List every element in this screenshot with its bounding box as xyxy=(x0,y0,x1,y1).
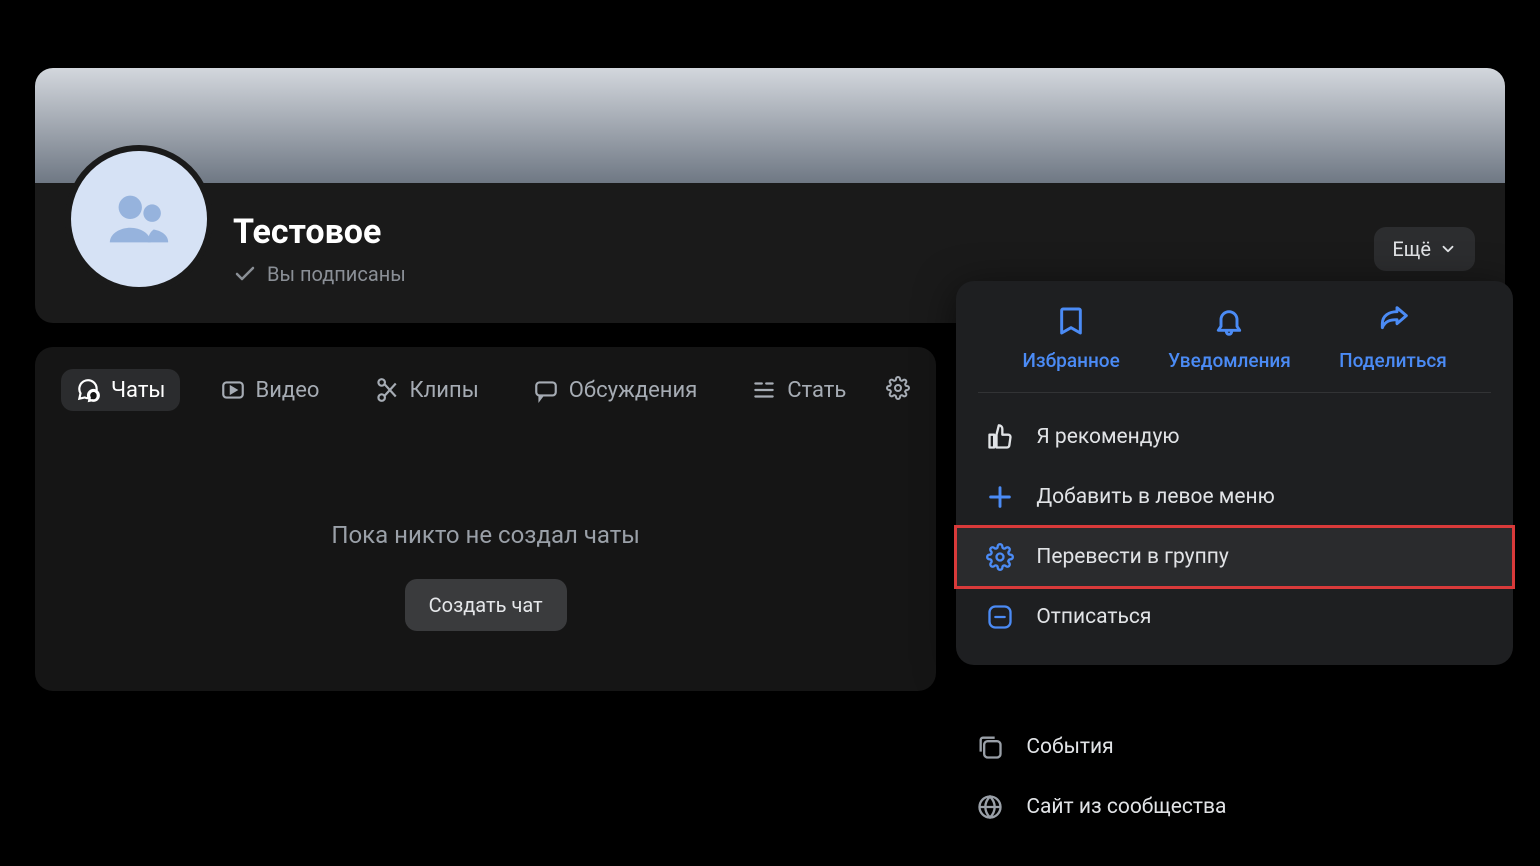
group-icon xyxy=(104,184,174,254)
dropdown-item-label: Перевести в группу xyxy=(1036,545,1228,569)
more-dropdown: Избранное Уведомления Поделиться Я реком… xyxy=(956,281,1513,665)
more-label: Ещё xyxy=(1392,237,1431,261)
avatar[interactable] xyxy=(65,145,213,293)
minus-square-icon xyxy=(986,603,1014,631)
gear-icon xyxy=(886,376,910,400)
article-icon xyxy=(751,377,777,403)
empty-text: Пока никто не создал чаты xyxy=(61,521,910,549)
gear-icon xyxy=(986,543,1014,571)
tab-label: Обсуждения xyxy=(569,378,698,403)
content-card: Чаты Видео Клипы Обсуждения Стать xyxy=(35,347,936,691)
dropdown-item-label: Добавить в левое меню xyxy=(1036,485,1274,509)
tab-label: Клипы xyxy=(409,378,478,403)
dropdown-item-label: Я рекомендую xyxy=(1036,425,1179,449)
tabs-settings-button[interactable] xyxy=(886,376,910,404)
dropdown-item-label: Отписаться xyxy=(1036,605,1151,629)
empty-state: Пока никто не создал чаты Создать чат xyxy=(61,521,910,631)
bell-icon xyxy=(1213,305,1245,337)
cover-image xyxy=(35,68,1505,183)
square-stack-icon xyxy=(976,733,1004,761)
sidebar-item-label: Сайт из сообщества xyxy=(1026,795,1226,819)
tab-articles[interactable]: Стать xyxy=(737,369,860,411)
dropdown-favorites[interactable]: Избранное xyxy=(1023,305,1120,372)
bookmark-icon xyxy=(1055,305,1087,337)
tab-video[interactable]: Видео xyxy=(206,369,334,411)
tab-label: Чаты xyxy=(111,378,166,403)
sidebar-item-label: События xyxy=(1026,735,1113,759)
chevron-down-icon xyxy=(1439,240,1457,258)
globe-icon xyxy=(976,793,1004,821)
dropdown-top-label: Поделиться xyxy=(1339,349,1447,372)
dropdown-unsubscribe[interactable]: Отписаться xyxy=(956,587,1513,647)
share-icon xyxy=(1377,305,1409,337)
tab-clips[interactable]: Клипы xyxy=(359,369,492,411)
tab-label: Видео xyxy=(256,378,320,403)
create-chat-button[interactable]: Создать чат xyxy=(405,579,567,631)
dropdown-top-label: Уведомления xyxy=(1168,349,1291,372)
tab-discussions[interactable]: Обсуждения xyxy=(519,369,712,411)
plus-icon xyxy=(986,483,1014,511)
discussion-icon xyxy=(533,377,559,403)
check-icon xyxy=(233,262,257,286)
dropdown-recommend[interactable]: Я рекомендую xyxy=(956,407,1513,467)
video-icon xyxy=(220,377,246,403)
dropdown-top-label: Избранное xyxy=(1023,349,1120,372)
dropdown-add-left-menu[interactable]: Добавить в левое меню xyxy=(956,467,1513,527)
page-title: Тестовое xyxy=(233,212,406,252)
dropdown-notifications[interactable]: Уведомления xyxy=(1168,305,1291,372)
clips-icon xyxy=(373,377,399,403)
chat-icon xyxy=(75,377,101,403)
dropdown-share[interactable]: Поделиться xyxy=(1339,305,1447,372)
tab-label: Стать xyxy=(787,378,846,403)
more-button[interactable]: Ещё xyxy=(1374,227,1475,271)
thumbs-up-icon xyxy=(986,423,1014,451)
subscribed-label: Вы подписаны xyxy=(267,262,406,286)
dropdown-convert-group[interactable]: Перевести в группу xyxy=(956,527,1513,587)
subscribed-status: Вы подписаны xyxy=(233,262,406,286)
sidebar-site[interactable]: Сайт из сообщества xyxy=(956,777,1505,837)
tabs: Чаты Видео Клипы Обсуждения Стать xyxy=(61,369,910,411)
sidebar-events[interactable]: События xyxy=(956,717,1505,777)
tab-chats[interactable]: Чаты xyxy=(61,369,180,411)
